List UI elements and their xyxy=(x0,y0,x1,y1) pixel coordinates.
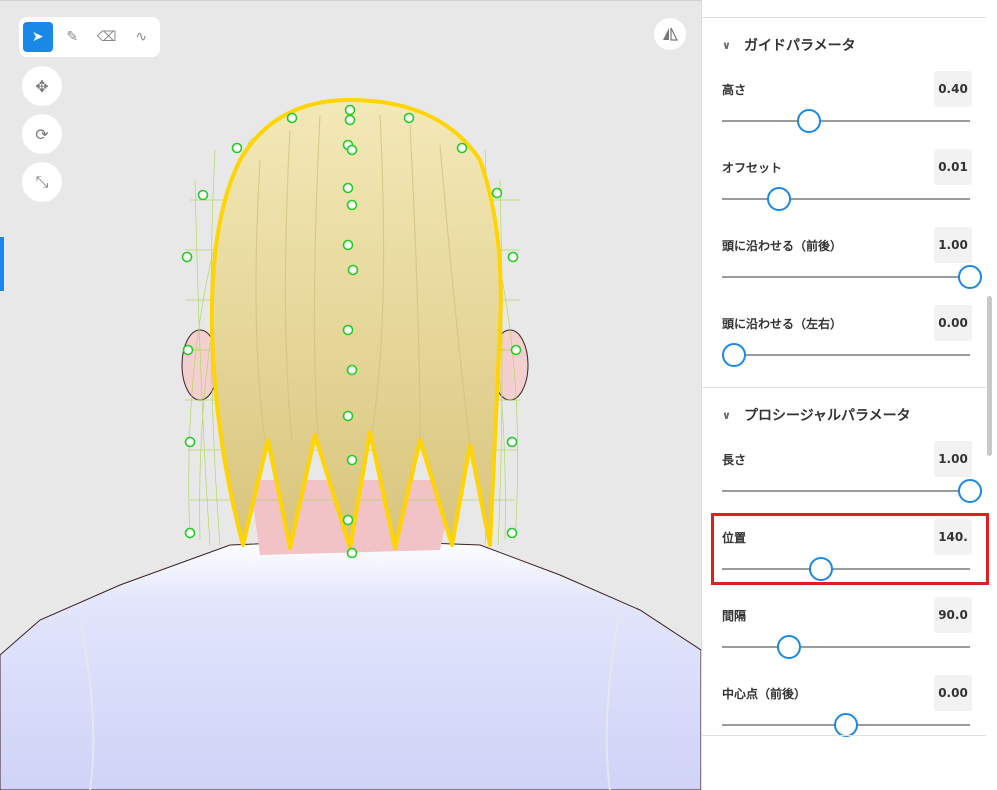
scale-icon: ⤡ xyxy=(35,172,49,191)
move-tool-button[interactable]: ✥ xyxy=(22,66,62,106)
parameter-panel: ∨ ガイドパラメータ 高さ 0.40 オフセット 0.01 頭に沿わせる（前後）… xyxy=(701,0,997,790)
param-label: 頭に沿わせる（左右） xyxy=(722,317,843,331)
scale-tool-button[interactable]: ⤡ xyxy=(22,162,62,202)
3d-viewport[interactable]: ➤ ✎ ⌫ ∿ ✥ ⟳ ⤡ xyxy=(0,0,701,790)
path-node-icon[interactable]: ∿ xyxy=(127,22,157,52)
hair-shape xyxy=(209,98,503,550)
mirror-toggle-button[interactable] xyxy=(654,18,686,50)
slider-thumb[interactable] xyxy=(796,109,821,133)
pencil-icon[interactable]: ✎ xyxy=(58,22,88,52)
move-arrows-icon: ✥ xyxy=(35,76,49,96)
param-label: 頭に沿わせる（前後） xyxy=(722,239,843,253)
slider-track[interactable] xyxy=(722,646,970,648)
chevron-down-icon: ∨ xyxy=(722,38,731,52)
param-label: オフセット xyxy=(722,161,783,175)
panel-scrollbar[interactable] xyxy=(987,296,992,456)
rotate-tool-button[interactable]: ⟳ xyxy=(22,114,62,154)
slider-thumb[interactable] xyxy=(834,713,858,737)
rotate-icon: ⟳ xyxy=(35,124,49,144)
param-value-input[interactable]: 1.00 xyxy=(934,227,972,263)
eraser-icon[interactable]: ⌫ xyxy=(92,22,122,52)
section-divider xyxy=(702,735,986,736)
section-header-procedural[interactable]: ∨ プロシージャルパラメータ xyxy=(722,402,911,428)
active-tab-indicator xyxy=(0,237,4,291)
slider-thumb[interactable] xyxy=(958,479,982,503)
chevron-down-icon: ∨ xyxy=(722,408,731,422)
param-label: 高さ xyxy=(722,83,747,97)
section-divider xyxy=(702,387,986,388)
param-value-input[interactable]: 0.00 xyxy=(934,305,972,341)
param-label: 長さ xyxy=(722,453,747,467)
param-guide-1: オフセット 0.01 xyxy=(722,149,972,237)
section-divider xyxy=(702,17,986,18)
param-value-input[interactable]: 1.00 xyxy=(934,441,972,477)
slider-thumb[interactable] xyxy=(958,265,982,289)
param-guide-3: 頭に沿わせる（左右） 0.00 xyxy=(722,305,972,393)
slider-track[interactable] xyxy=(722,354,970,356)
mirror-icon xyxy=(663,27,678,41)
tool-palette: ➤ ✎ ⌫ ∿ xyxy=(19,17,160,57)
slider-track[interactable] xyxy=(722,276,970,278)
param-label: 間隔 xyxy=(722,609,747,623)
param-label: 中心点（前後） xyxy=(722,687,807,701)
param-guide-2: 頭に沿わせる（前後） 1.00 xyxy=(722,227,982,315)
slider-track[interactable] xyxy=(722,198,970,200)
param-value-input[interactable]: 90.0 xyxy=(934,597,972,633)
param-value-input[interactable]: 0.00 xyxy=(934,675,972,711)
highlight-annotation-box xyxy=(711,513,989,585)
slider-thumb[interactable] xyxy=(767,187,792,211)
slider-track[interactable] xyxy=(722,490,970,492)
slider-track[interactable] xyxy=(722,120,970,122)
param-value-input[interactable]: 0.40 xyxy=(934,71,972,107)
section-title: プロシージャルパラメータ xyxy=(744,408,911,424)
param-procedural-3: 中心点（前後） 0.00 xyxy=(722,675,972,763)
section-header-guide[interactable]: ∨ ガイドパラメータ xyxy=(722,32,856,58)
slider-thumb[interactable] xyxy=(722,343,747,367)
avatar-hair-scene[interactable] xyxy=(0,0,701,790)
shirt-shape xyxy=(0,539,701,790)
param-guide-0: 高さ 0.40 xyxy=(722,71,972,159)
section-title: ガイドパラメータ xyxy=(744,38,856,54)
param-procedural-2: 間隔 90.0 xyxy=(722,597,972,685)
slider-thumb[interactable] xyxy=(776,635,801,659)
param-value-input[interactable]: 0.01 xyxy=(934,149,972,185)
cursor-icon[interactable]: ➤ xyxy=(23,22,53,52)
